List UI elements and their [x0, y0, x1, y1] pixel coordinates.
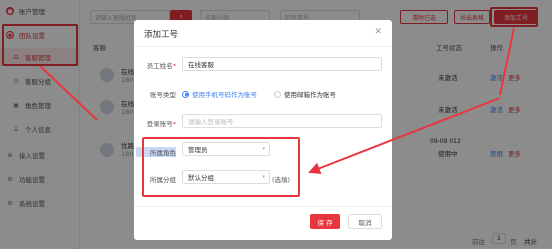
annotation-arrows — [39, 27, 515, 174]
arrow-add-button — [499, 27, 515, 96]
arrow-to-form — [308, 97, 501, 174]
arrow-sidebar — [39, 65, 98, 121]
